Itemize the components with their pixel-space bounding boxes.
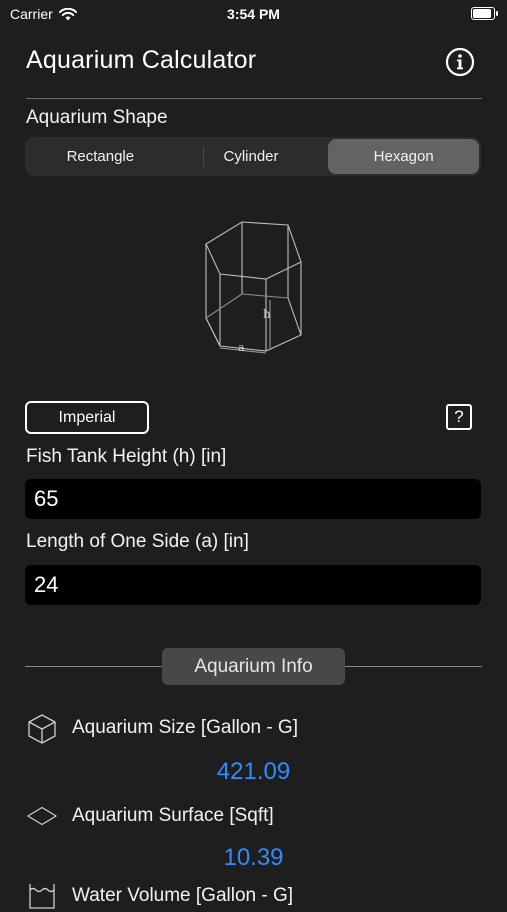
aquarium-info-header: Aquarium Info [162,648,345,685]
surface-icon [26,800,58,832]
height-input[interactable]: 65 [25,479,481,519]
hexagon-prism-diagram: h a [205,221,302,354]
section-divider-left [25,666,162,667]
info-label-water-volume: Water Volume [Gallon - G] [72,885,294,906]
height-symbol: h [263,307,271,321]
battery-icon [471,7,498,20]
shape-label: Aquarium Shape [26,107,168,128]
header-divider [26,98,482,99]
info-value-size: 421.09 [216,758,291,785]
status-time: 3:54 PM [227,6,280,22]
side-symbol: a [238,341,245,354]
status-bar: Carrier 3:54 PM [0,0,507,28]
water-volume-icon [26,880,58,912]
info-label-surface: Aquarium Surface [Sqft] [72,805,274,826]
info-label-size: Aquarium Size [Gallon - G] [72,717,298,738]
info-row-size: Aquarium Size [Gallon - G] [26,712,298,744]
segment-separator [203,146,204,167]
segment-hexagon[interactable]: Hexagon [328,139,480,174]
height-field-label: Fish Tank Height (h) [in] [26,446,227,467]
info-row-surface: Aquarium Surface [Sqft] [26,800,274,832]
info-value-surface: 10.39 [223,844,284,871]
shape-segmented-control: Rectangle Cylinder Hexagon [25,137,481,176]
segment-rectangle[interactable]: Rectangle [25,137,176,176]
side-length-field-label: Length of One Side (a) [in] [26,531,249,552]
info-row-water-volume: Water Volume [Gallon - G] [26,880,293,912]
side-length-input[interactable]: 24 [25,565,481,605]
help-button[interactable]: ? [446,404,472,430]
info-icon[interactable] [445,47,475,77]
cube-icon [26,712,58,744]
page-title: Aquarium Calculator [26,46,257,74]
segment-cylinder[interactable]: Cylinder [176,137,327,176]
section-divider-right [345,666,482,667]
unit-system-button[interactable]: Imperial [25,401,149,434]
